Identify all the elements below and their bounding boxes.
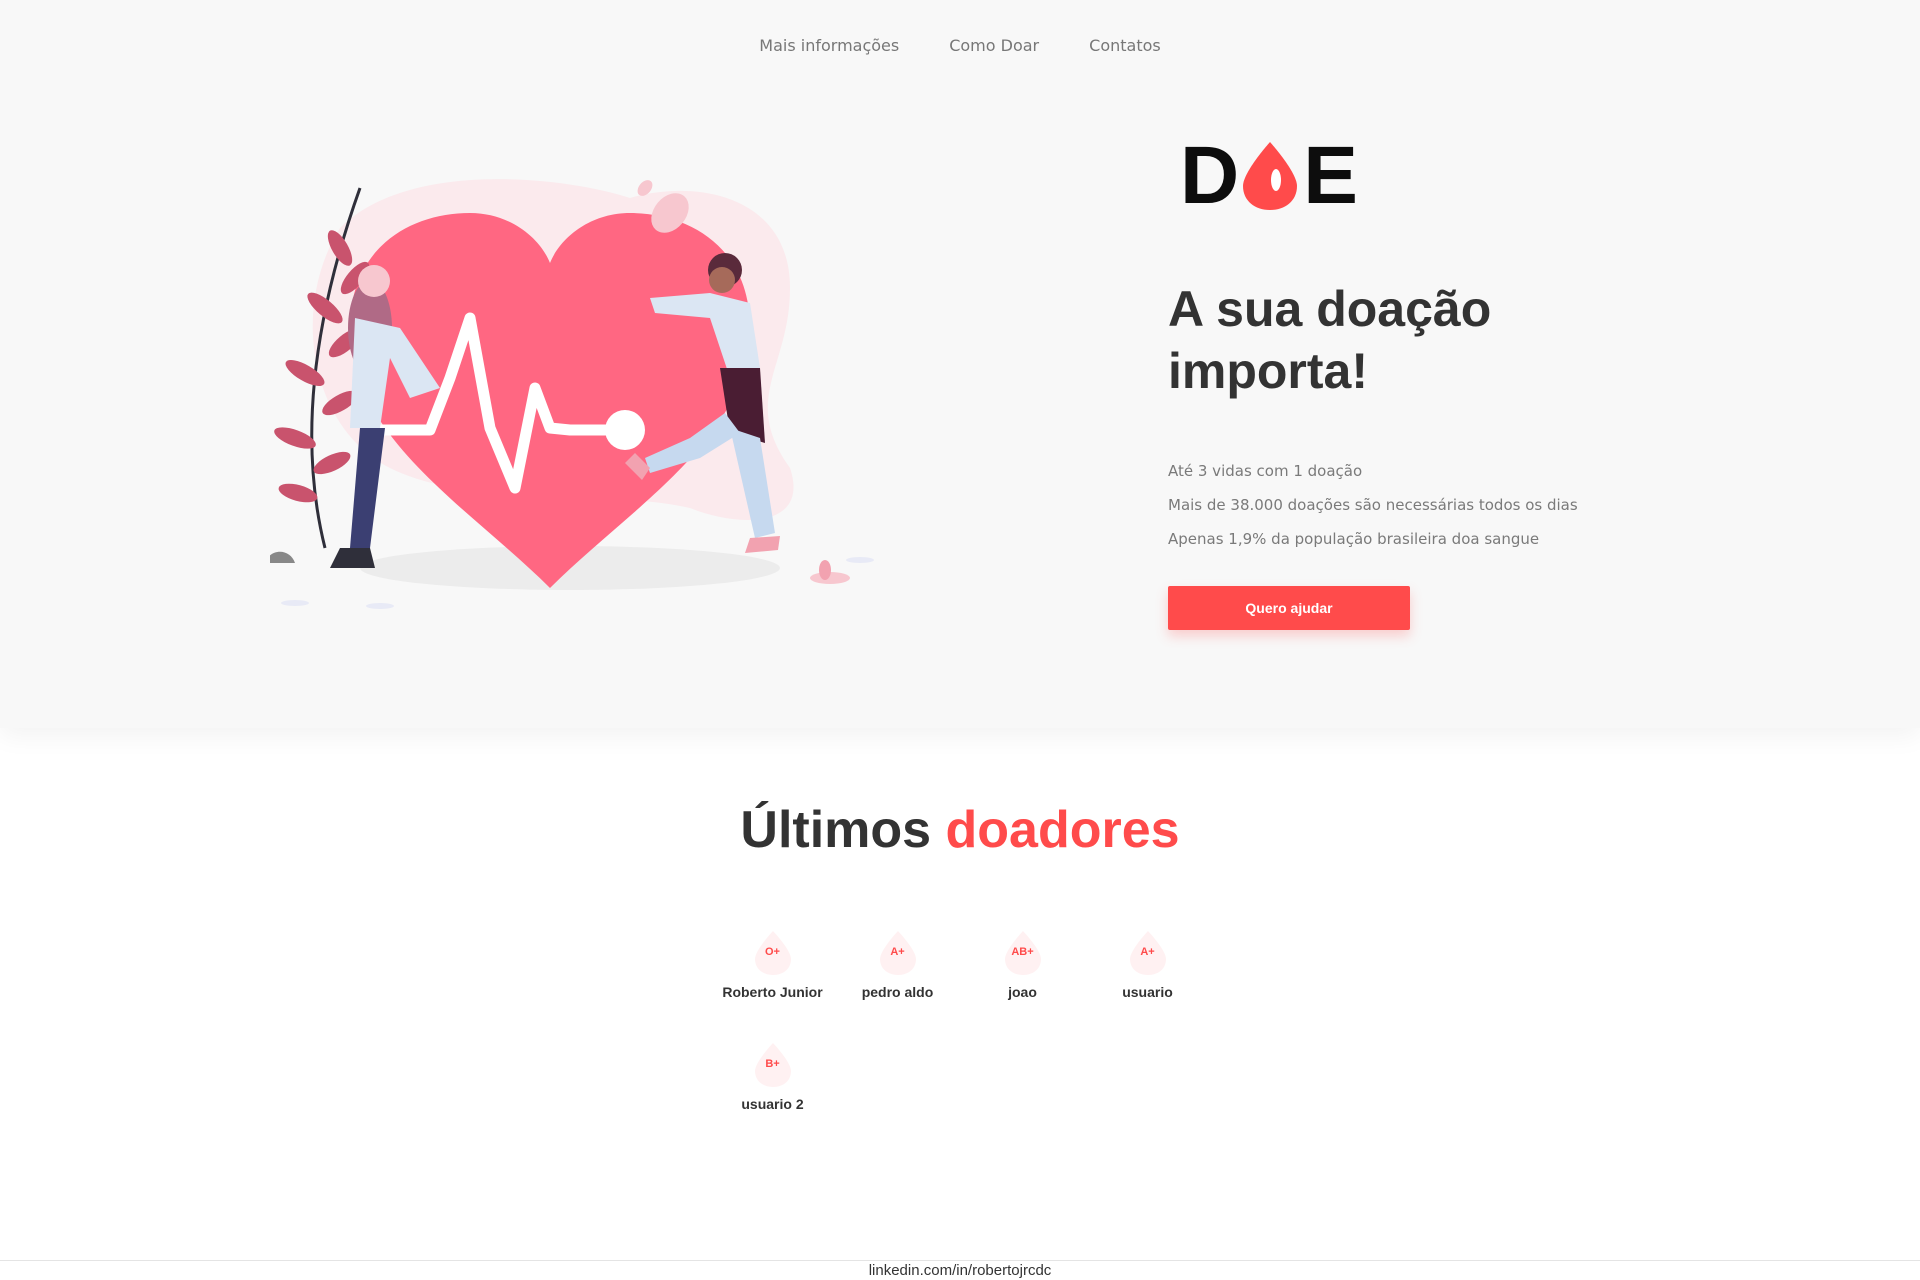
donors-title: Últimos doadores (0, 800, 1920, 860)
hero-section: Mais informações Como Doar Contatos D E … (0, 0, 1920, 728)
quero-ajudar-button[interactable]: Quero ajudar (1168, 586, 1410, 630)
fact-item: Até 3 vidas com 1 doação (1168, 462, 1363, 480)
donor-item: O+ Roberto Junior (710, 930, 835, 1000)
blood-type-badge: B+ (752, 1042, 794, 1088)
donors-list: O+ Roberto Junior A+ pedro aldo AB+ joao… (710, 930, 1230, 1112)
blood-type-badge: AB+ (1002, 930, 1044, 976)
blood-type-badge: A+ (877, 930, 919, 976)
donor-name: usuario (1122, 984, 1173, 1000)
hero-content: D E A sua doação importa! Até 3 vidas co… (1168, 130, 1728, 630)
donor-name: pedro aldo (861, 984, 934, 1000)
fact-item: Mais de 38.000 doações são necessárias t… (1168, 496, 1578, 514)
donors-title-accent: doadores (945, 801, 1180, 859)
footer: linkedin.com/in/robertojrcdc (0, 1260, 1920, 1280)
donor-name: usuario 2 (741, 1096, 804, 1112)
blood-type-badge: O+ (752, 930, 794, 976)
donor-item: A+ usuario (1085, 930, 1210, 1000)
fact-item: Apenas 1,9% da população brasileira doa … (1168, 530, 1540, 548)
blood-type-badge: A+ (1127, 930, 1169, 976)
top-nav: Mais informações Como Doar Contatos (0, 32, 1920, 59)
donor-item: A+ pedro aldo (835, 930, 960, 1000)
linkedin-link[interactable]: linkedin.com/in/robertojrcdc (869, 1262, 1052, 1279)
donors-title-prefix: Últimos (740, 801, 932, 859)
nav-link-contatos[interactable]: Contatos (1089, 32, 1161, 59)
nav-link-mais-informacoes[interactable]: Mais informações (759, 32, 899, 59)
donor-name: Roberto Junior (722, 984, 823, 1000)
heart-illustration (270, 179, 874, 609)
blood-drop-icon (1243, 142, 1298, 210)
doe-logo: D E (1180, 130, 1358, 221)
page-headline: A sua doação importa! (1168, 281, 1492, 399)
donor-item: AB+ joao (960, 930, 1085, 1000)
donor-name: joao (1008, 984, 1037, 1000)
nav-link-como-doar[interactable]: Como Doar (949, 32, 1039, 59)
donor-item: B+ usuario 2 (710, 1042, 835, 1112)
facts-list: Até 3 vidas com 1 doação Mais de 38.000 … (1168, 454, 1728, 556)
